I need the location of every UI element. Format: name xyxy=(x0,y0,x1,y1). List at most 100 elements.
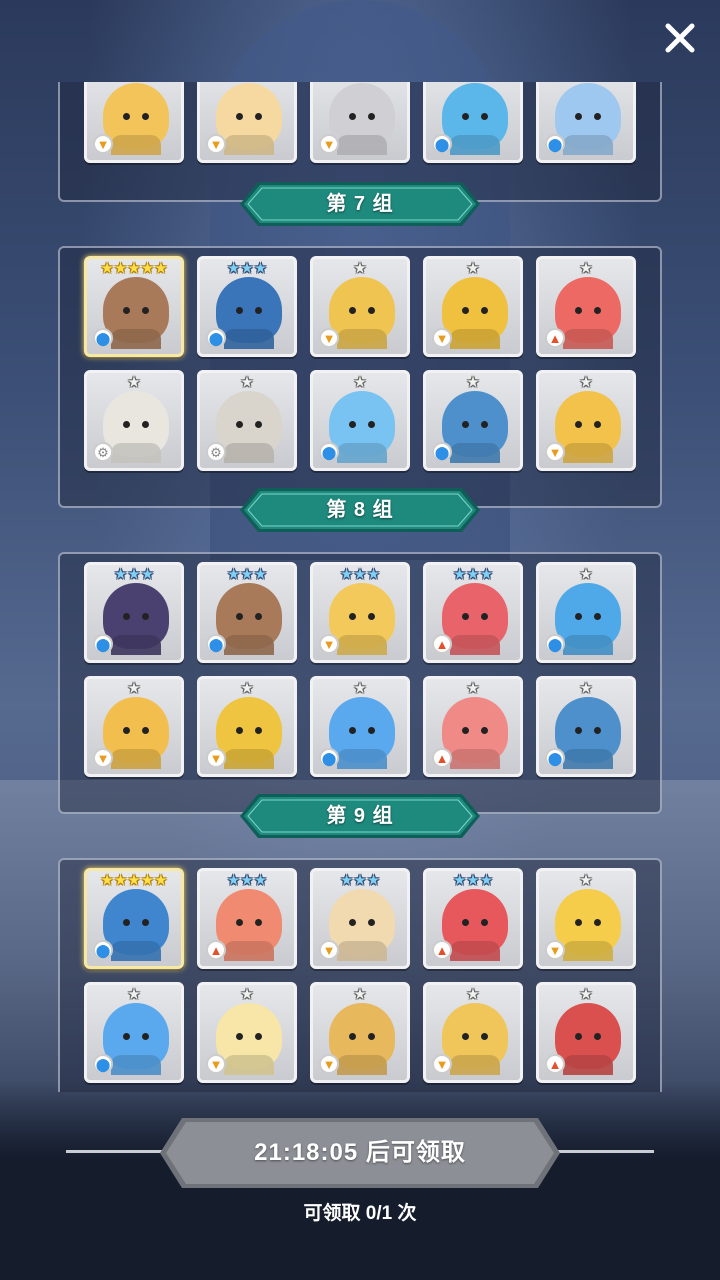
hero-card[interactable]: ★ ★ ★ ⬤ xyxy=(197,256,297,357)
hero-card[interactable]: ★ ▼ xyxy=(84,676,184,777)
hero-eye xyxy=(123,307,130,314)
hero-portrait xyxy=(103,583,169,655)
hero-eye xyxy=(575,307,582,314)
hero-eye xyxy=(575,919,582,926)
reward-group-10: ★ ★ ★ ★ ★ ⬤ ★ ★ ★ ▲ ★ ★ ★ ▼ ★ ★ ★ ▲ ★ ▼ ★ ⬤ ★ ▼ ★ ▼ ★ ▼ ★ ▲ xyxy=(58,858,662,1092)
hero-eye xyxy=(349,113,356,120)
hero-eye xyxy=(255,421,262,428)
hero-eye xyxy=(481,727,488,734)
hero-card[interactable]: ★ ▼ xyxy=(423,982,523,1083)
hero-eye xyxy=(594,1033,601,1040)
star-rating: ★ xyxy=(426,681,520,696)
hero-card[interactable]: ★ ⚙ xyxy=(197,370,297,471)
hero-card[interactable]: ★ ⬤ xyxy=(423,370,523,471)
hero-card[interactable]: ★ ⬤ xyxy=(536,562,636,663)
hero-eye xyxy=(368,727,375,734)
divider-right xyxy=(544,1150,654,1153)
hero-card[interactable]: ▼ xyxy=(84,82,184,163)
group-label-text: 第 8 组 xyxy=(326,499,394,521)
star-icon: ★ xyxy=(240,680,254,697)
star-icon: ★ xyxy=(100,872,114,889)
hero-eye xyxy=(236,727,243,734)
star-rating: ★ xyxy=(539,261,633,276)
hero-body xyxy=(337,1055,387,1075)
hero-eye xyxy=(123,421,130,428)
group-list[interactable]: ▼ ▼ ▼ ⬤ ⬤ 第 7 组 ★ ★ ★ ★ ★ ⬤ ★ ★ ★ ⬤ ★ ▼ ★ ▼ ★ ▲ ★ ⚙ ★ ⚙ ★ ⬤ ★ ⬤ ★ ▼ 第 8 … xyxy=(0,82,720,1092)
water-element-icon: ⬤ xyxy=(93,634,113,654)
star-icon: ★ xyxy=(466,566,480,583)
hero-card[interactable]: ★ ⬤ xyxy=(310,676,410,777)
hero-eye xyxy=(462,613,469,620)
hero-card[interactable]: ★ ⚙ xyxy=(84,370,184,471)
hero-card[interactable]: ★ ▲ xyxy=(536,982,636,1083)
hero-eye xyxy=(255,613,262,620)
group-label-text: 第 7 组 xyxy=(326,193,394,215)
hero-card[interactable]: ★ ⬤ xyxy=(536,676,636,777)
hero-eye xyxy=(236,113,243,120)
hero-portrait xyxy=(442,583,508,655)
wind-element-icon: ▼ xyxy=(206,1054,226,1074)
hero-body xyxy=(450,135,500,155)
hero-card[interactable]: ★ ⬤ xyxy=(310,370,410,471)
water-element-icon: ⬤ xyxy=(545,134,565,154)
hero-card[interactable]: ★ ★ ★ ▼ xyxy=(310,562,410,663)
hero-card[interactable]: ★ ★ ★ ▲ xyxy=(423,868,523,969)
star-rating: ★ xyxy=(87,681,181,696)
hero-card[interactable]: ★ ▼ xyxy=(536,370,636,471)
hero-card[interactable]: ▼ xyxy=(197,82,297,163)
hero-body xyxy=(563,1055,613,1075)
hero-card[interactable]: ★ ★ ★ ★ ★ ⬤ xyxy=(84,868,184,969)
hero-card[interactable]: ★ ★ ★ ▲ xyxy=(423,562,523,663)
hero-portrait xyxy=(216,277,282,349)
hero-body xyxy=(224,329,274,349)
star-icon: ★ xyxy=(240,374,254,391)
star-rating: ★ xyxy=(313,261,407,276)
hero-body xyxy=(111,749,161,769)
hero-eye xyxy=(142,421,149,428)
star-icon: ★ xyxy=(127,680,141,697)
hero-card[interactable]: ★ ▼ xyxy=(536,868,636,969)
hero-card[interactable]: ★ ★ ★ ⬤ xyxy=(84,562,184,663)
water-element-icon: ⬤ xyxy=(319,442,339,462)
hero-card[interactable]: ★ ⬤ xyxy=(84,982,184,1083)
claim-button[interactable]: 21:18:05 后可领取 xyxy=(160,1118,560,1188)
hero-card[interactable]: ★ ★ ★ ⬤ xyxy=(197,562,297,663)
fire-element-icon: ▲ xyxy=(432,634,452,654)
hero-portrait xyxy=(329,391,395,463)
hero-body xyxy=(563,941,613,961)
star-icon: ★ xyxy=(253,260,268,277)
hero-card[interactable]: ★ ★ ★ ▼ xyxy=(310,868,410,969)
hero-card[interactable]: ★ ▲ xyxy=(423,676,523,777)
hero-card[interactable]: ★ ▼ xyxy=(197,982,297,1083)
hero-eye xyxy=(594,113,601,120)
star-icon: ★ xyxy=(339,566,354,583)
hero-card[interactable]: ★ ▼ xyxy=(423,256,523,357)
hero-card[interactable]: ★ ▼ xyxy=(310,256,410,357)
hero-card[interactable]: ★ ▲ xyxy=(536,256,636,357)
hero-portrait xyxy=(329,583,395,655)
hero-card[interactable]: ⬤ xyxy=(423,82,523,163)
water-element-icon: ⬤ xyxy=(93,328,113,348)
hero-body xyxy=(337,329,387,349)
hero-card[interactable]: ▼ xyxy=(310,82,410,163)
hero-body xyxy=(450,329,500,349)
hero-eye xyxy=(575,613,582,620)
hero-card[interactable]: ★ ★ ★ ★ ★ ⬤ xyxy=(84,256,184,357)
hero-card[interactable]: ★ ★ ★ ▲ xyxy=(197,868,297,969)
hero-eye xyxy=(368,307,375,314)
hero-card[interactable]: ⬤ xyxy=(536,82,636,163)
star-icon: ★ xyxy=(452,566,467,583)
hero-body xyxy=(337,941,387,961)
hero-eye xyxy=(481,613,488,620)
hero-eye xyxy=(368,1033,375,1040)
close-button[interactable] xyxy=(660,18,700,58)
hero-card[interactable]: ★ ▼ xyxy=(310,982,410,1083)
hero-body xyxy=(224,443,274,463)
star-icon: ★ xyxy=(353,566,367,583)
hero-body xyxy=(111,635,161,655)
hero-eye xyxy=(255,113,262,120)
hero-card[interactable]: ★ ▼ xyxy=(197,676,297,777)
wind-element-icon: ▼ xyxy=(319,1054,339,1074)
hero-portrait xyxy=(329,83,395,155)
hero-eye xyxy=(349,919,356,926)
